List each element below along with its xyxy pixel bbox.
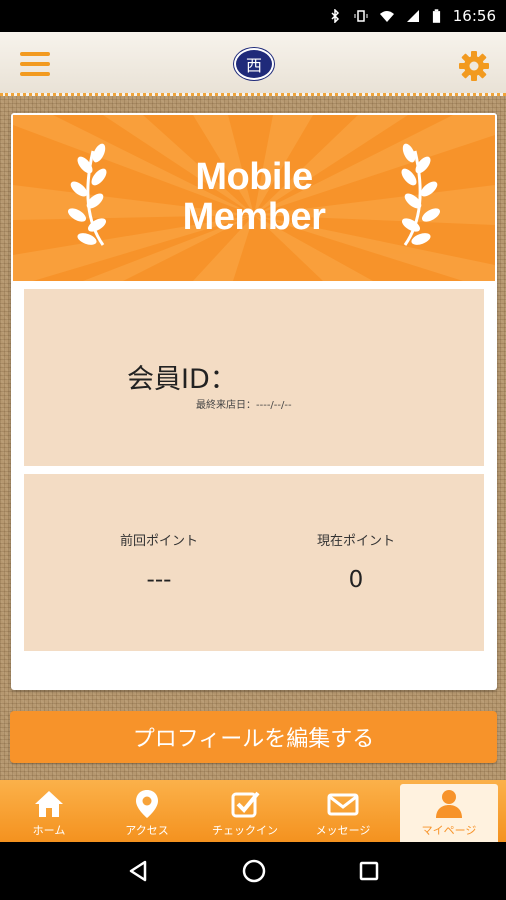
tab-mypage[interactable]: マイページ (400, 784, 498, 842)
tab-access[interactable]: アクセス (98, 780, 196, 842)
vibrate-icon (354, 10, 368, 22)
app-logo: 西 (234, 48, 274, 80)
menu-icon[interactable] (20, 52, 50, 76)
member-id-panel: 会員ID： 最終来店日：----/--/-- (24, 289, 484, 466)
edit-profile-button[interactable]: プロフィールを編集する (10, 711, 497, 763)
previous-points-label: 前回ポイント (119, 534, 198, 549)
points-panel: 前回ポイント --- 現在ポイント 0 (24, 474, 484, 651)
tab-home[interactable]: ホーム (0, 780, 98, 842)
last-visit-date: 最終来店日：----/--/-- (196, 400, 292, 411)
member-card: Mobile Member 会員ID： 最終来店日：----/--/-- 前回ポ… (11, 113, 497, 690)
signal-icon (406, 10, 419, 22)
status-time: 16:56 (452, 7, 496, 25)
banner-title: Mobile Member (13, 157, 495, 237)
tab-home-label: ホーム (32, 824, 66, 837)
bottom-tab-bar: ホーム アクセス チェックイン メッセージ マイページ (0, 780, 506, 842)
previous-points: 前回ポイント --- (79, 530, 239, 593)
status-bar: 16:56 (0, 0, 506, 32)
tab-checkin[interactable]: チェックイン (196, 780, 294, 842)
banner-title-line1: Mobile (195, 156, 313, 198)
current-points-label: 現在ポイント (316, 534, 395, 549)
member-id-label: 会員ID： (127, 364, 237, 395)
mobile-member-banner: Mobile Member (13, 115, 495, 281)
back-icon[interactable] (126, 859, 150, 883)
banner-title-line2: Member (182, 196, 326, 238)
tab-message-label: メッセージ (315, 824, 371, 837)
previous-points-value: --- (146, 567, 172, 593)
recents-icon[interactable] (358, 860, 380, 882)
home-icon (35, 791, 63, 817)
system-nav-bar (0, 842, 506, 900)
tab-access-label: アクセス (125, 824, 169, 837)
home-circle-icon[interactable] (241, 858, 267, 884)
battery-icon (432, 8, 440, 23)
logo-text: 西 (245, 56, 262, 75)
envelope-icon (327, 793, 359, 816)
checkbox-icon (231, 791, 260, 818)
wifi-icon (379, 11, 394, 22)
current-points-value: 0 (348, 567, 364, 593)
map-pin-icon (136, 790, 158, 818)
tab-mypage-label: マイページ (421, 824, 477, 837)
app-bar: 西 (0, 32, 506, 96)
current-points: 現在ポイント 0 (276, 530, 436, 593)
gear-icon[interactable] (458, 50, 490, 82)
person-icon (436, 790, 462, 818)
tab-checkin-label: チェックイン (212, 824, 278, 837)
bluetooth-icon (331, 9, 339, 23)
tab-message[interactable]: メッセージ (294, 780, 392, 842)
